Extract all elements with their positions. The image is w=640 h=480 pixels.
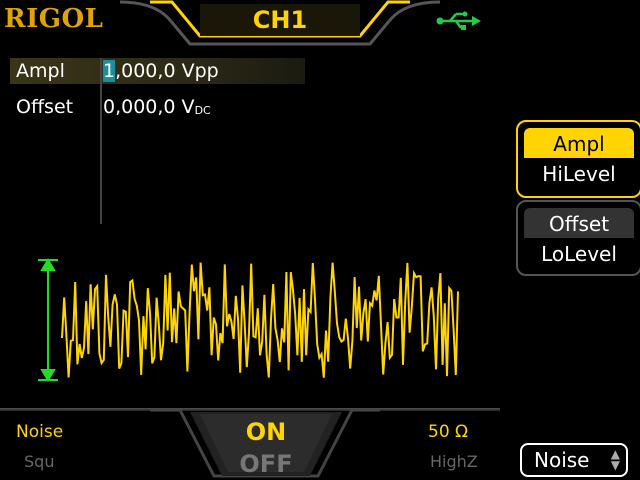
output-off-label[interactable]: OFF	[232, 450, 300, 478]
usb-icon	[436, 11, 481, 30]
softkey-ampl-highlight: Ampl	[524, 128, 634, 158]
waveform-select-label: Noise	[534, 448, 590, 472]
noise-waveform	[61, 262, 459, 378]
param-label-offset: Offset	[16, 96, 74, 118]
softkey-ampl-label: Ampl	[553, 132, 605, 156]
param-label-ampl: Ampl	[16, 60, 65, 82]
param-value-ampl-rest: ,000,0 Vpp	[115, 60, 219, 82]
waveform-type-active: Noise	[16, 422, 64, 442]
waveform-type-previous: Squ	[24, 452, 55, 471]
waveform-display	[38, 258, 459, 382]
edit-cursor-digit[interactable]: 1	[103, 60, 116, 82]
load-impedance-active: 50 Ω	[428, 422, 469, 442]
waveform-select-button[interactable]: Noise ▲ ▼	[520, 443, 628, 477]
softkey-hilevel-label: HiLevel	[542, 162, 616, 186]
param-value-offset-number: 0,000,0 V	[103, 96, 195, 118]
channel-label[interactable]: CH1	[205, 6, 355, 34]
param-value-ampl[interactable]: 1,000,0 Vpp	[103, 60, 219, 82]
softkey-ampl-hilevel[interactable]: Ampl HiLevel	[516, 120, 640, 198]
param-value-offset-unit: DC	[194, 104, 211, 117]
param-row-ampl[interactable]: Ampl 1,000,0 Vpp	[10, 58, 305, 84]
softkey-offset-lolevel[interactable]: Offset LoLevel	[516, 200, 640, 276]
softkey-offset-label: Offset	[548, 212, 610, 236]
header: RIGOL CH1	[0, 0, 640, 52]
up-down-arrow-icon: ▲ ▼	[610, 447, 620, 472]
output-on-label[interactable]: ON	[236, 418, 296, 446]
param-value-offset[interactable]: 0,000,0 VDC	[103, 96, 211, 118]
param-row-offset[interactable]: Offset 0,000,0 VDC	[10, 94, 305, 120]
load-impedance-alt: HighZ	[430, 452, 478, 471]
softkey-offset-highlight: Offset	[524, 208, 634, 238]
softkey-lolevel-label: LoLevel	[541, 242, 617, 266]
param-divider	[100, 58, 102, 224]
amplitude-marker	[38, 258, 58, 382]
